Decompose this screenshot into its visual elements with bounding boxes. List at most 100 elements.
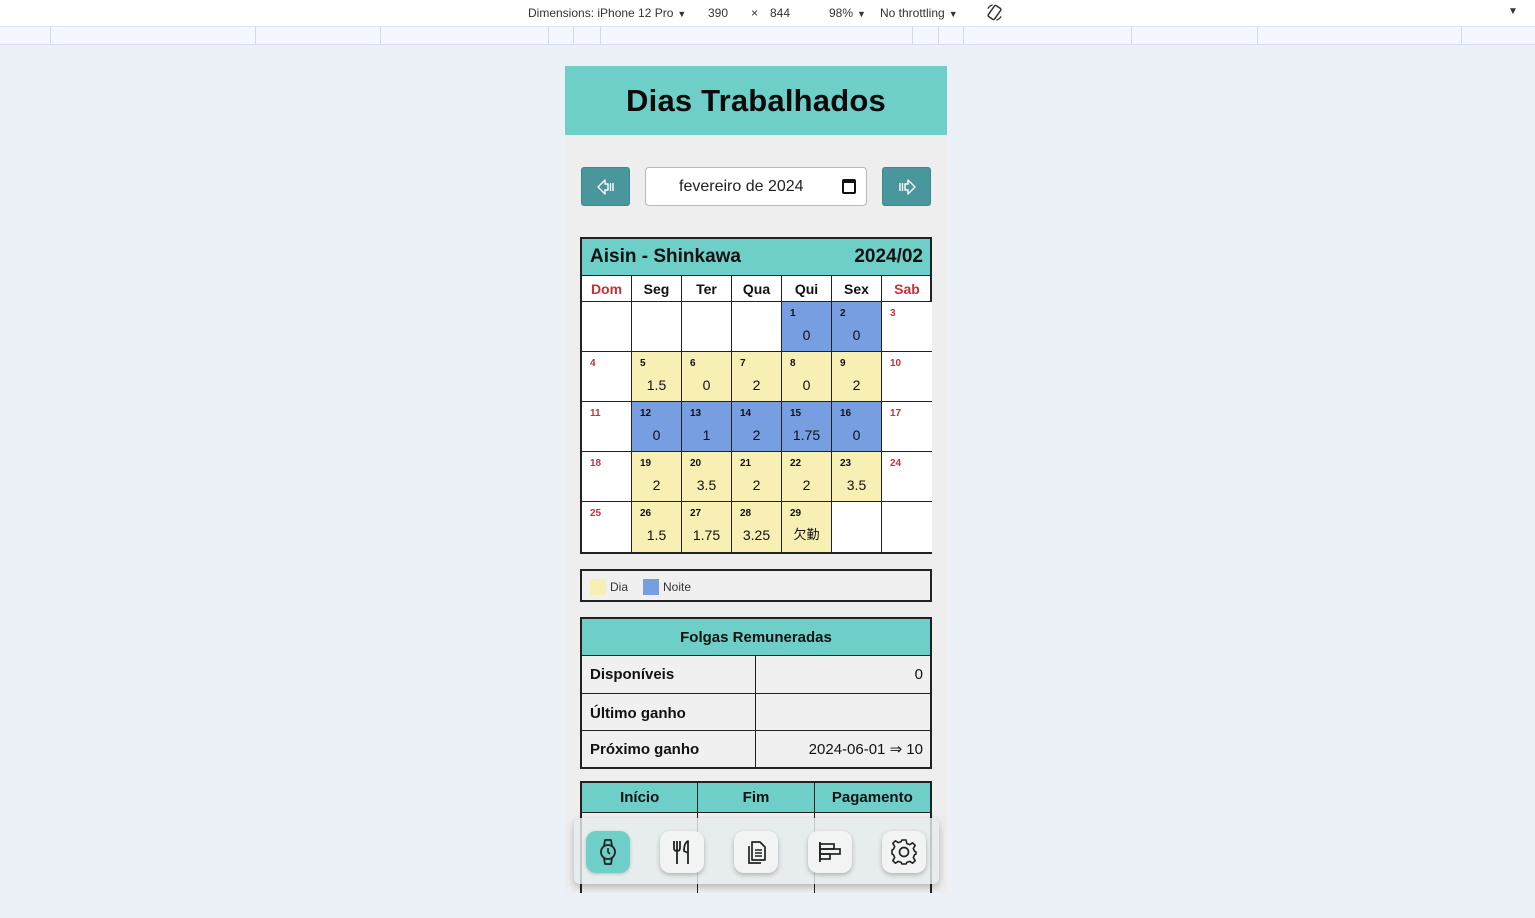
calendar-day[interactable]: 23 3.5 [832,452,882,502]
overtime-hours: 1.75 [792,427,821,443]
noite-swatch [643,579,659,595]
company-name: Aisin - Shinkawa [590,246,741,267]
calendar-empty-cell [832,502,882,552]
calendar-header: Aisin - Shinkawa 2024/02 [582,239,930,276]
calendar-grid: Dom Seg Ter Qua Qui Sex Sab 1 0 2 0 3 4 5 1.5 6 0 7 2 8 0 9 2 1… [582,276,932,552]
month-picker-value: fevereiro de 2024 [679,178,804,195]
calendar-day[interactable]: 24 [882,452,932,502]
day-number: 6 [690,358,696,369]
calendar-day[interactable]: 19 2 [632,452,682,502]
table-row: Disponíveis 0 [582,656,930,694]
available-label: Disponíveis [582,656,756,693]
next-gain-label: Próximo ganho [582,731,756,767]
calendar-empty-cell [732,302,782,352]
calendar-day[interactable]: 92 [832,352,882,402]
overtime-hours: 2 [652,477,661,493]
calendar-day[interactable]: 12 0 [632,402,682,452]
calendar-day[interactable]: 80 [782,352,832,402]
day-number: 24 [890,458,902,469]
calendar-period: 2024/02 [854,246,923,267]
calendar-day[interactable]: 4 [582,352,632,402]
day-number: 29 [790,508,802,519]
weekday-header: Seg [632,276,682,302]
calendar-day[interactable]: 27 1.75 [682,502,732,552]
throttling-select[interactable]: No throttling ▼ [880,6,958,20]
next-gain-value: 2024-06-01 ⇒ 10 [808,741,923,758]
day-number: 23 [840,458,852,469]
gear-icon [891,839,917,865]
calendar-day[interactable]: 29 欠勤 [782,502,832,552]
device-select[interactable]: Dimensions: iPhone 12 Pro ▼ [528,6,686,20]
weekday-header: Sex [832,276,882,302]
last-gain-value [756,694,930,730]
calendar-day[interactable]: 11 [582,402,632,452]
calendar-day[interactable]: 16 0 [832,402,882,452]
calendar-day[interactable]: 14 2 [732,402,782,452]
calendar-icon[interactable] [842,179,856,194]
calendar-day[interactable]: 28 3.25 [732,502,782,552]
calendar-day[interactable]: 25 [582,502,632,552]
nav-worked-days[interactable] [586,831,630,873]
column-header-end: Fim [698,783,815,812]
next-month-button[interactable] [882,167,931,206]
day-number: 9 [840,358,846,369]
calendar-day[interactable]: 5 1.5 [632,352,682,402]
weekday-header: Ter [682,276,732,302]
table-row: Último ganho [582,694,930,731]
calendar-day[interactable]: 17 [882,402,932,452]
overtime-hours: 0 [802,327,811,343]
day-number: 5 [640,358,646,369]
chart-icon [819,842,841,862]
calendar-day[interactable]: 18 [582,452,632,502]
nav-settings[interactable] [882,831,926,873]
more-options-icon[interactable]: ▼ [1508,6,1518,17]
overtime-hours: 2 [752,427,761,443]
prev-arrow-icon [597,179,614,195]
calendar-day[interactable]: 21 2 [732,452,782,502]
rotate-icon[interactable] [985,3,1004,22]
overtime-hours: 1.5 [646,527,667,543]
shift-legend: Dia Noite [580,569,932,602]
nav-meals[interactable] [660,831,704,873]
calendar-empty-cell [632,302,682,352]
day-number: 14 [740,408,752,419]
height-input[interactable]: 844 [770,6,790,20]
calendar-day[interactable]: 20 [832,302,882,352]
calendar-day[interactable]: 22 2 [782,452,832,502]
dimension-times: × [751,6,759,20]
calendar-day[interactable]: 72 [732,352,782,402]
day-number: 16 [840,408,852,419]
day-number: 22 [790,458,802,469]
nav-reports[interactable] [808,831,852,873]
day-number: 12 [640,408,652,419]
day-number: 17 [890,408,902,419]
app-header: Dias Trabalhados [565,66,947,135]
day-number: 13 [690,408,702,419]
calendar-day[interactable]: 26 1.5 [632,502,682,552]
width-input[interactable]: 390 [708,6,728,20]
calendar-day[interactable]: 3 [882,302,932,352]
day-number: 20 [690,458,702,469]
calendar-day[interactable]: 10 [882,352,932,402]
column-header-start: Início [582,783,699,812]
phone-viewport: Dias Trabalhados fevereiro de 2024 Aisin… [565,66,947,893]
prev-month-button[interactable] [581,167,630,206]
calendar-day[interactable]: 60 [682,352,732,402]
throttling-label: No throttling [880,6,945,20]
next-arrow-icon [899,179,916,195]
calendar-day[interactable]: 10 [782,302,832,352]
overtime-hours: 0 [852,427,861,443]
day-number: 3 [890,308,896,319]
day-number: 26 [640,508,652,519]
month-picker[interactable]: fevereiro de 2024 [645,167,867,206]
overtime-hours: 3.5 [846,477,867,493]
overtime-hours: 2 [752,477,761,493]
nav-documents[interactable] [734,831,778,873]
zoom-select[interactable]: 98% ▼ [829,6,866,20]
overtime-hours: 0 [852,327,861,343]
calendar-day[interactable]: 20 3.5 [682,452,732,502]
calendar-day[interactable]: 15 1.75 [782,402,832,452]
calendar-day[interactable]: 13 1 [682,402,732,452]
overtime-hours: 1.75 [692,527,721,543]
zoom-caret-icon: ▼ [857,9,866,19]
